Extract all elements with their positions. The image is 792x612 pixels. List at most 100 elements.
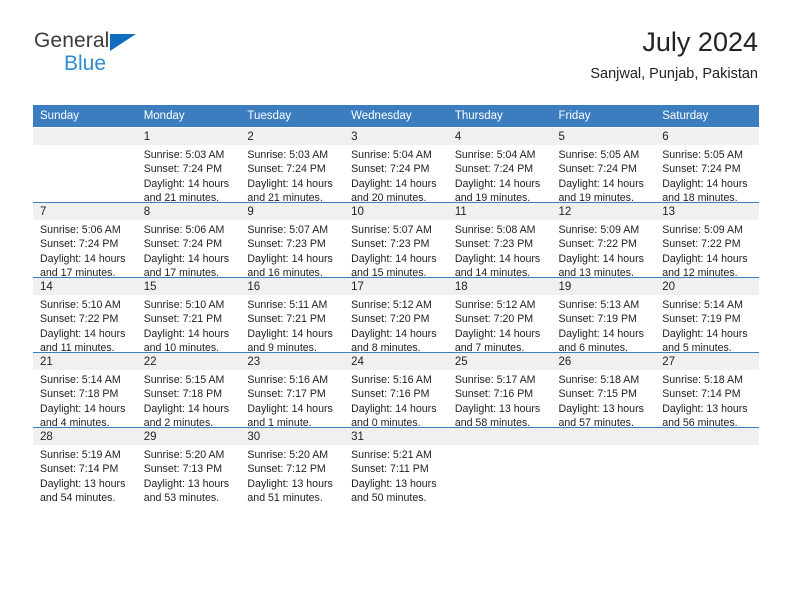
general-blue-logo[interactable]: General Blue	[34, 30, 194, 86]
calendar-cell: 18 Sunrise: 5:12 AM Sunset: 7:20 PM Dayligh…	[447, 277, 552, 354]
day-cell[interactable]: 5 Sunrise: 5:05 AM Sunset: 7:24 PM Daylight…	[551, 128, 656, 204]
day-cell[interactable]: 22 Sunrise: 5:15 AM Sunset: 7:18 PM Dayligh…	[136, 353, 241, 429]
day-cell[interactable]: 30 Sunrise: 5:20 AM Sunset: 7:12 PM Dayligh…	[240, 428, 345, 504]
calendar-cell	[447, 427, 552, 502]
daylight-line1-text: Daylight: 14 hours	[143, 177, 230, 190]
calendar-week-row: 28 Sunrise: 5:19 AM Sunset: 7:14 PM Dayligh…	[33, 427, 759, 504]
empty-day-cell	[33, 128, 137, 202]
day-cell[interactable]: 25 Sunrise: 5:17 AM Sunset: 7:16 PM Dayligh…	[447, 353, 552, 430]
day-cell[interactable]: 9 Sunrise: 5:07 AM Sunset: 7:23 PM Daylight…	[240, 203, 345, 279]
day-cell[interactable]: 29 Sunrise: 5:20 AM Sunset: 7:13 PM Dayligh…	[136, 428, 241, 504]
calendar-cell: 1 Sunrise: 5:03 AM Sunset: 7:24 PM Daylight…	[136, 127, 241, 204]
day-cell[interactable]: 4 Sunrise: 5:04 AM Sunset: 7:24 PM Daylight…	[447, 128, 552, 204]
day-number	[655, 428, 759, 445]
day-cell[interactable]: 13 Sunrise: 5:09 AM Sunset: 7:22 PM Dayligh…	[655, 203, 759, 279]
weekday-header-row: Sunday Monday Tuesday Wednesday Thursday Frid…	[33, 105, 759, 128]
day-cell[interactable]: 12 Sunrise: 5:09 AM Sunset: 7:22 PM Dayligh…	[551, 203, 656, 279]
daylight-line2-text: and 54 minutes.	[40, 491, 116, 504]
daylight-line1-text: Daylight: 13 hours	[143, 477, 230, 490]
sunrise-text: Sunrise: 5:09 AM	[558, 224, 640, 236]
sunrise-text: Sunrise: 5:03 AM	[143, 149, 225, 161]
day-cell[interactable]: 17 Sunrise: 5:12 AM Sunset: 7:20 PM Dayligh…	[344, 278, 448, 354]
daylight-line1-text: Daylight: 14 hours	[40, 402, 126, 415]
sunrise-text: Sunrise: 5:20 AM	[247, 449, 329, 461]
day-details: Sunrise: 5:07 AM Sunset: 7:23 PM Daylight:…	[344, 220, 448, 280]
sunset-text: Sunset: 7:20 PM	[351, 313, 430, 326]
day-number: 23	[240, 353, 345, 370]
day-number: 27	[655, 353, 759, 370]
sunrise-text: Sunrise: 5:04 AM	[454, 149, 536, 161]
day-cell[interactable]: 15 Sunrise: 5:10 AM Sunset: 7:21 PM Dayligh…	[136, 278, 241, 354]
sunset-text: Sunset: 7:19 PM	[558, 313, 637, 326]
day-details: Sunrise: 5:05 AM Sunset: 7:24 PM Daylight:…	[655, 145, 759, 205]
day-cell[interactable]: 8 Sunrise: 5:06 AM Sunset: 7:24 PM Daylight…	[136, 203, 241, 279]
calendar-cell: 9 Sunrise: 5:07 AM Sunset: 7:23 PM Daylight…	[240, 202, 345, 279]
day-cell[interactable]: 3 Sunrise: 5:04 AM Sunset: 7:24 PM Daylight…	[344, 128, 448, 204]
day-cell[interactable]: 26 Sunrise: 5:18 AM Sunset: 7:15 PM Dayligh…	[551, 353, 656, 429]
calendar-cell: 14 Sunrise: 5:10 AM Sunset: 7:22 PM Dayligh…	[33, 277, 137, 354]
day-cell[interactable]: 6 Sunrise: 5:05 AM Sunset: 7:24 PM Daylight…	[655, 128, 759, 205]
day-cell[interactable]: 19 Sunrise: 5:13 AM Sunset: 7:19 PM Dayligh…	[551, 278, 656, 354]
weekday-header-tuesday: Tuesday	[240, 105, 345, 128]
daylight-line2-text: and 50 minutes.	[351, 491, 427, 504]
weekday-header-thursday: Thursday	[447, 105, 552, 128]
sunset-text: Sunset: 7:24 PM	[351, 163, 430, 176]
day-cell[interactable]: 1 Sunrise: 5:03 AM Sunset: 7:24 PM Daylight…	[136, 128, 241, 204]
sunrise-text: Sunrise: 5:09 AM	[662, 224, 743, 236]
empty-day-cell	[447, 428, 552, 502]
day-cell[interactable]: 31 Sunrise: 5:21 AM Sunset: 7:11 PM Dayligh…	[344, 428, 448, 504]
daylight-line1-text: Daylight: 14 hours	[558, 177, 644, 190]
day-number: 7	[33, 203, 137, 220]
day-cell[interactable]: 23 Sunrise: 5:16 AM Sunset: 7:17 PM Dayligh…	[240, 353, 345, 429]
day-cell[interactable]: 11 Sunrise: 5:08 AM Sunset: 7:23 PM Dayligh…	[447, 203, 552, 279]
day-cell[interactable]: 18 Sunrise: 5:12 AM Sunset: 7:20 PM Dayligh…	[447, 278, 552, 354]
calendar-cell: 8 Sunrise: 5:06 AM Sunset: 7:24 PM Daylight…	[136, 202, 241, 279]
sunrise-text: Sunrise: 5:05 AM	[558, 149, 640, 161]
daylight-line1-text: Daylight: 14 hours	[558, 252, 644, 265]
day-cell[interactable]: 28 Sunrise: 5:19 AM Sunset: 7:14 PM Dayligh…	[33, 428, 137, 504]
daylight-line1-text: Daylight: 14 hours	[351, 177, 437, 190]
calendar-header-row: Sunday Monday Tuesday Wednesday Thursday Frid…	[33, 105, 759, 128]
sunrise-text: Sunrise: 5:06 AM	[40, 224, 121, 236]
sunrise-text: Sunrise: 5:12 AM	[454, 299, 536, 311]
day-cell[interactable]: 21 Sunrise: 5:14 AM Sunset: 7:18 PM Dayligh…	[33, 353, 137, 429]
sunset-text: Sunset: 7:17 PM	[247, 388, 326, 401]
calendar-week-row: 14 Sunrise: 5:10 AM Sunset: 7:22 PM Dayligh…	[33, 277, 759, 354]
sunset-text: Sunset: 7:22 PM	[662, 238, 741, 251]
sunrise-text: Sunrise: 5:08 AM	[454, 224, 536, 236]
sunset-text: Sunset: 7:18 PM	[40, 388, 119, 401]
day-cell[interactable]: 16 Sunrise: 5:11 AM Sunset: 7:21 PM Dayligh…	[240, 278, 345, 354]
daylight-line1-text: Daylight: 14 hours	[454, 327, 541, 340]
day-details: Sunrise: 5:18 AM Sunset: 7:14 PM Daylight:…	[655, 370, 759, 430]
calendar-page: General Blue July 2024 Sanjwal, Punjab, …	[0, 0, 792, 612]
daylight-line1-text: Daylight: 13 hours	[40, 477, 126, 490]
day-cell[interactable]: 10 Sunrise: 5:07 AM Sunset: 7:23 PM Dayligh…	[344, 203, 448, 280]
sunset-text: Sunset: 7:24 PM	[143, 238, 223, 251]
day-cell[interactable]: 27 Sunrise: 5:18 AM Sunset: 7:14 PM Dayligh…	[655, 353, 759, 430]
calendar-cell: 22 Sunrise: 5:15 AM Sunset: 7:18 PM Dayligh…	[136, 352, 241, 429]
sunrise-text: Sunrise: 5:16 AM	[351, 374, 432, 386]
day-number: 17	[344, 278, 448, 295]
sunrise-text: Sunrise: 5:21 AM	[351, 449, 432, 461]
day-cell[interactable]: 7 Sunrise: 5:06 AM Sunset: 7:24 PM Daylight…	[33, 203, 137, 279]
day-details: Sunrise: 5:17 AM Sunset: 7:16 PM Daylight:…	[448, 370, 552, 430]
daylight-line1-text: Daylight: 14 hours	[351, 402, 437, 415]
day-cell[interactable]: 14 Sunrise: 5:10 AM Sunset: 7:22 PM Dayligh…	[33, 278, 137, 354]
day-cell[interactable]: 24 Sunrise: 5:16 AM Sunset: 7:16 PM Dayligh…	[344, 353, 448, 429]
day-details: Sunrise: 5:03 AM Sunset: 7:24 PM Daylight:…	[240, 145, 344, 205]
day-number: 30	[240, 428, 345, 445]
day-cell[interactable]: 20 Sunrise: 5:14 AM Sunset: 7:19 PM Dayligh…	[655, 278, 759, 354]
calendar-cell: 27 Sunrise: 5:18 AM Sunset: 7:14 PM Dayligh…	[655, 352, 759, 430]
logo-top-row: General	[34, 30, 136, 54]
calendar-cell: 31 Sunrise: 5:21 AM Sunset: 7:11 PM Dayligh…	[344, 427, 448, 504]
day-cell[interactable]: 2 Sunrise: 5:03 AM Sunset: 7:24 PM Daylight…	[240, 128, 345, 205]
day-number: 24	[344, 353, 448, 370]
day-number: 16	[240, 278, 345, 295]
sunset-text: Sunset: 7:24 PM	[558, 163, 637, 176]
sunset-text: Sunset: 7:12 PM	[247, 463, 326, 476]
sunset-text: Sunset: 7:21 PM	[247, 313, 326, 326]
sunrise-text: Sunrise: 5:05 AM	[662, 149, 743, 161]
sunset-text: Sunset: 7:14 PM	[662, 388, 741, 401]
daylight-line1-text: Daylight: 13 hours	[351, 477, 437, 490]
daylight-line1-text: Daylight: 14 hours	[143, 327, 230, 340]
